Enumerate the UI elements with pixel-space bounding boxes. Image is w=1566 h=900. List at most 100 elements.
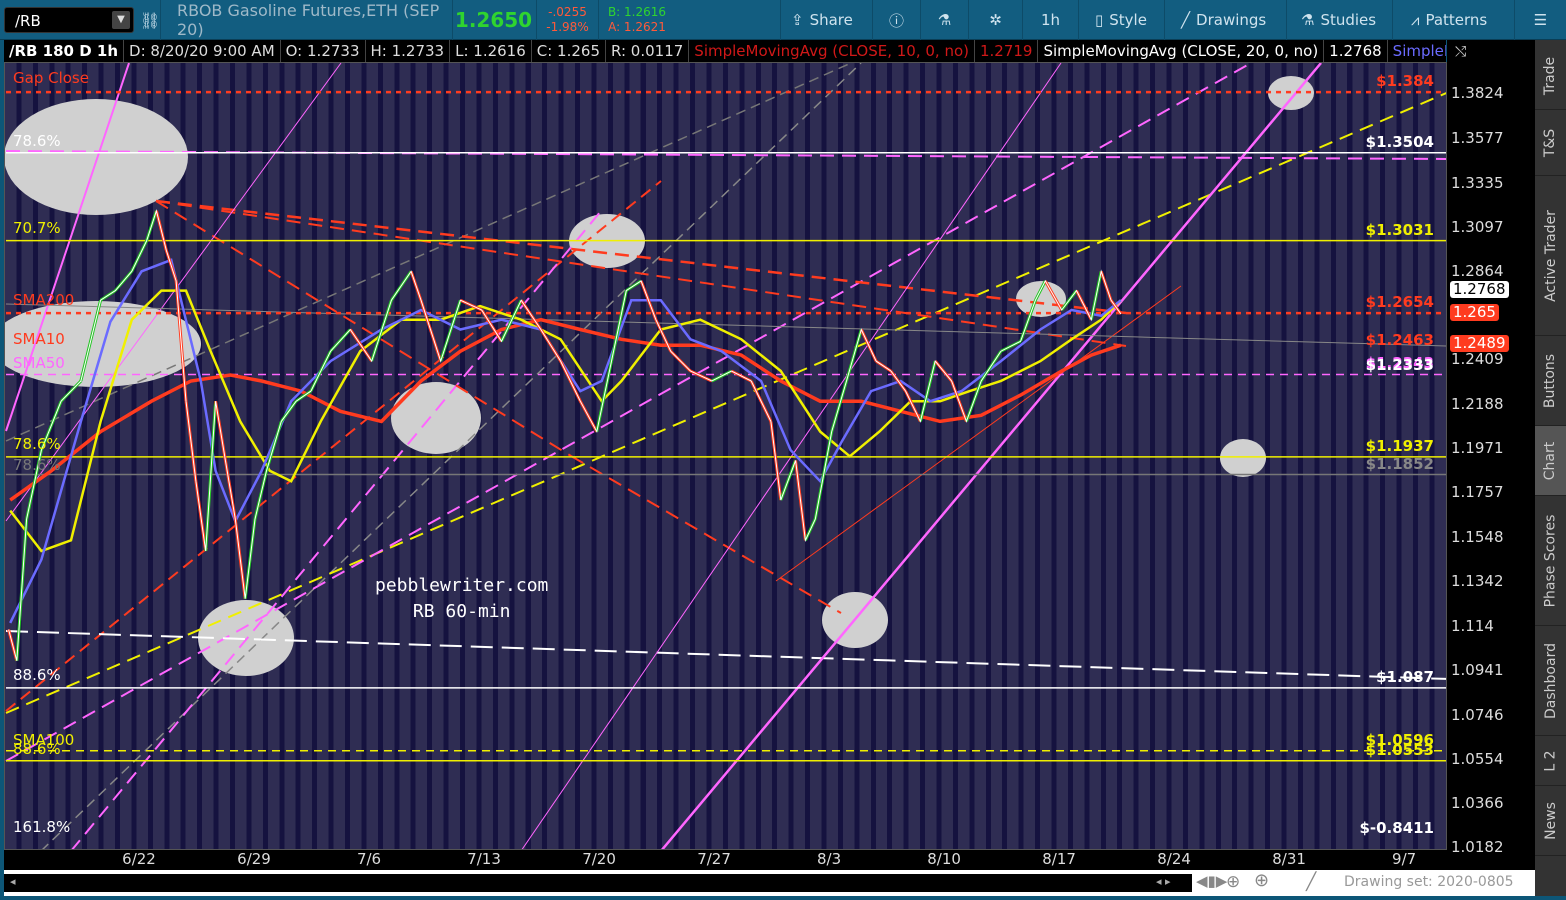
side-tab-trade[interactable]: Trade <box>1535 42 1566 110</box>
fib-label: Gap Close <box>13 68 89 87</box>
side-tab-dashboard[interactable]: Dashboard <box>1535 626 1566 736</box>
price-tick: 1.3577 <box>1451 129 1504 147</box>
flask-icon: ⚗ <box>1301 11 1315 29</box>
date-axis[interactable]: 6/22 6/29 7/6 7/13 7/20 7/27 8/3 8/10 8/17 8/24 8/… <box>4 850 1447 870</box>
patterns-icon: ⩘ <box>1411 11 1420 29</box>
bar-open: O: 1.2733 <box>281 40 366 62</box>
side-tab-label: Active Trader <box>1542 209 1559 302</box>
date-tick: 8/3 <box>816 850 842 868</box>
top-toolbar: /RB ▼ ⛓ RBOB Gasoline Futures,ETH (SEP 20… <box>0 0 1566 40</box>
interval-button[interactable]: 1h <box>1022 0 1078 40</box>
price-tick: 1.3824 <box>1451 84 1504 102</box>
study-sma20[interactable]: SimpleMovingAvg (CLOSE, 20, 0, no) <box>1038 40 1325 62</box>
price-tick: 1.2188 <box>1451 395 1504 413</box>
chart-title: /RB 180 D 1h <box>4 40 125 62</box>
patterns-button[interactable]: ⩘ Patterns <box>1392 0 1514 40</box>
price-tick: 1.3097 <box>1451 218 1504 236</box>
side-tab-active-trader[interactable]: Active Trader <box>1535 176 1566 336</box>
gear-icon[interactable]: ✲ <box>968 0 1022 40</box>
price-tick: 1.114 <box>1451 617 1494 635</box>
horizontal-scrollbar[interactable]: ◂ ◂ ▸ <box>4 874 1192 892</box>
bar-close: C: 1.265 <box>532 40 607 62</box>
price-tick: 1.0554 <box>1451 750 1504 768</box>
style-button[interactable]: ▯ Style <box>1078 0 1164 40</box>
sma50-line <box>9 258 1122 624</box>
zoom-icon[interactable]: ⊕ <box>1254 870 1269 891</box>
chart-canvas <box>5 63 1446 849</box>
pan-icon[interactable]: ◀▮▶ <box>1196 872 1227 890</box>
symbol-description: RBOB Gasoline Futures,ETH (SEP 20) <box>160 0 450 40</box>
price-level-label: $1.2463 <box>1365 330 1434 349</box>
drawing-tool-icon[interactable]: ╱ <box>1306 872 1316 892</box>
price-level-label: $1.1852 <box>1365 454 1434 473</box>
symbol-selector[interactable]: /RB ▼ <box>4 7 134 33</box>
highlight-ellipse <box>5 99 188 215</box>
bid-ask: B: 1.2616 A: 1.2621 <box>598 0 670 40</box>
date-tick: 8/10 <box>927 850 961 868</box>
change-percent: -1.98% <box>546 20 589 34</box>
bid-value: B: 1.2616 <box>607 5 667 19</box>
price-level-label: $1.2654 <box>1365 293 1434 312</box>
side-tab-l-2[interactable]: L 2 <box>1535 736 1566 786</box>
side-tab-label: L 2 <box>1542 749 1559 772</box>
link-icon[interactable]: ⛓ <box>140 0 160 40</box>
price-chart[interactable]: Gap Close 78.6% 70.7% SMA200 SMA10 SMA50 78.6%… <box>4 62 1447 850</box>
scrollbar-area: ◂ ◂ ▸ ◀▮▶ ⊕ ⊕ ╱ Drawing set: 2020-0805 <box>4 870 1535 896</box>
watermark-site: pebblewriter.com <box>375 575 549 596</box>
drawings-button[interactable]: ╱ Drawings <box>1164 0 1286 40</box>
date-tick: 6/22 <box>122 850 156 868</box>
fib-label: 78.6% <box>13 131 61 150</box>
chevron-down-icon[interactable]: ▼ <box>112 11 130 29</box>
flask-icon[interactable]: ⚗ <box>920 0 968 40</box>
study-sma50[interactable]: SimpleMoving... <box>1388 40 1446 62</box>
date-tick: 8/17 <box>1042 850 1076 868</box>
studies-button[interactable]: ⚗ Studies <box>1286 0 1392 40</box>
side-tab-chart[interactable]: Chart <box>1535 426 1566 496</box>
highlight-ellipse <box>1220 439 1266 477</box>
side-tab-news[interactable]: News <box>1535 786 1566 856</box>
auto-scale-icon[interactable]: ⤭ <box>1455 44 1466 60</box>
chart-info-bar: /RB 180 D 1h D: 8/20/20 9:00 AM O: 1.273… <box>4 40 1446 62</box>
patterns-label: Patterns <box>1425 11 1488 29</box>
side-tab-buttons[interactable]: Buttons <box>1535 336 1566 426</box>
date-tick: 6/29 <box>237 850 271 868</box>
crosshair-icon[interactable]: ⊕ <box>1226 872 1240 892</box>
price-tick: 1.1548 <box>1451 528 1504 546</box>
price-level-label: $1.3504 <box>1365 132 1434 151</box>
price-level-label: $1.087 <box>1376 667 1434 686</box>
side-tab-label: Chart <box>1542 441 1559 480</box>
date-tick: 7/27 <box>697 850 731 868</box>
info-icon[interactable]: ⓘ <box>872 0 920 40</box>
side-tab-label: T&S <box>1542 128 1559 157</box>
fib-label: 88.6% <box>13 666 61 685</box>
date-tick: 7/13 <box>467 850 501 868</box>
price-level-label: $1.1937 <box>1365 436 1434 455</box>
studies-label: Studies <box>1320 11 1377 29</box>
fib-label: 161.8% <box>13 818 71 837</box>
fib-label: SMA200 <box>13 290 75 309</box>
fib-label: SMA10 <box>13 330 65 349</box>
menu-icon[interactable]: ☰ <box>1514 0 1566 40</box>
scroll-arrows-icon[interactable]: ◂ ▸ <box>1156 875 1171 888</box>
bar-range: R: 0.0117 <box>606 40 690 62</box>
watermark-caption: RB 60-min <box>412 601 511 622</box>
bar-low: L: 1.2616 <box>450 40 532 62</box>
pencil-line-icon: ╱ <box>1181 11 1191 29</box>
scroll-left-icon[interactable]: ◂ <box>10 875 16 888</box>
net-change: -.0255 -1.98% <box>536 0 598 40</box>
share-button[interactable]: ⇪ Share <box>780 0 872 40</box>
fib-label: 78.6% <box>13 435 61 454</box>
symbol-text: /RB <box>15 12 41 30</box>
price-tick: 1.1342 <box>1451 572 1504 590</box>
price-axis[interactable]: ⤭ 1.3824 1.3577 1.3335 1.3097 1.2864 1.2409 1.… <box>1447 40 1535 870</box>
side-tab-label: News <box>1542 801 1559 840</box>
candle-icon: ▯ <box>1095 11 1104 29</box>
side-tab-t-s[interactable]: T&S <box>1535 110 1566 176</box>
study-sma20-value: 1.2768 <box>1324 40 1388 62</box>
study-sma10[interactable]: SimpleMovingAvg (CLOSE, 10, 0, no) <box>689 40 975 62</box>
drawing-set-selector[interactable]: Drawing set: 2020-0805 <box>1344 874 1514 890</box>
side-tab-label: Phase Scores <box>1542 514 1559 607</box>
date-tick: 8/24 <box>1157 850 1191 868</box>
watermark: pebblewriter.com RB 60-min <box>375 573 548 625</box>
side-tab-phase-scores[interactable]: Phase Scores <box>1535 496 1566 626</box>
